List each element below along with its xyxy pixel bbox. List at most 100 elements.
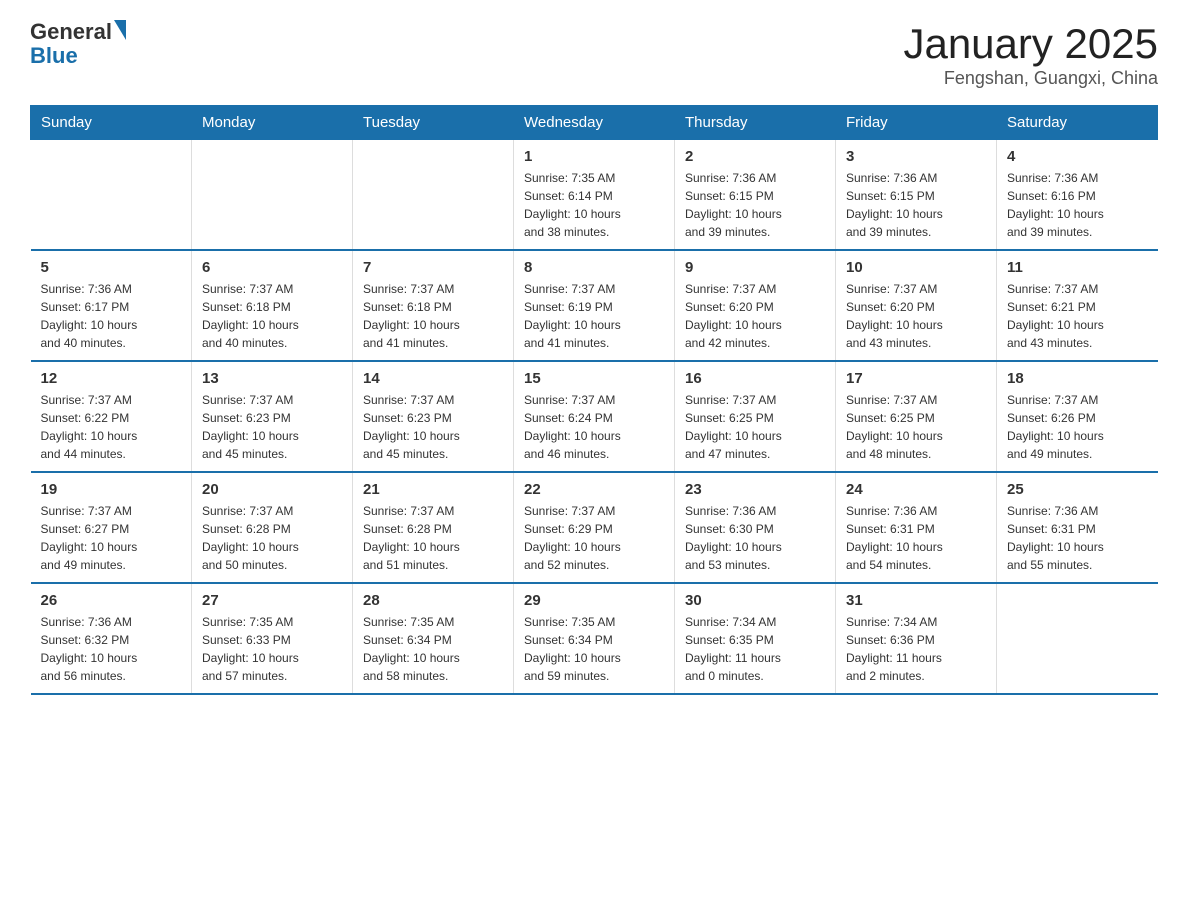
- calendar-cell: 25Sunrise: 7:36 AM Sunset: 6:31 PM Dayli…: [997, 472, 1158, 583]
- day-info: Sunrise: 7:35 AM Sunset: 6:34 PM Dayligh…: [363, 613, 503, 685]
- day-info: Sunrise: 7:36 AM Sunset: 6:31 PM Dayligh…: [1007, 502, 1148, 574]
- calendar-cell: 18Sunrise: 7:37 AM Sunset: 6:26 PM Dayli…: [997, 361, 1158, 472]
- calendar-cell: 11 Sunrise: 7:37 AM Sunset: 6:21 PM Dayli…: [997, 250, 1158, 361]
- day-number: 14: [363, 370, 503, 387]
- calendar-cell: 7 Sunrise: 7:37 AM Sunset: 6:18 PM Daylig…: [353, 250, 514, 361]
- day-info: Sunrise: 7:37 AM Sunset: 6:20 PM Dayligh…: [846, 280, 986, 352]
- header-thursday: Thursday: [675, 106, 836, 140]
- logo-triangle-icon: [114, 20, 126, 40]
- calendar-cell: [192, 140, 353, 251]
- calendar-cell: 15 Sunrise: 7:37 AM Sunset: 6:24 PM Dayli…: [514, 361, 675, 472]
- day-info: Sunrise: 7:37 AM Sunset: 6:20 PM Dayligh…: [685, 280, 825, 352]
- header-tuesday: Tuesday: [353, 106, 514, 140]
- day-number: 5: [41, 259, 182, 276]
- day-info: Sunrise: 7:37 AM Sunset: 6:21 PM Dayligh…: [1007, 280, 1148, 352]
- location: Fengshan, Guangxi, China: [903, 68, 1158, 89]
- day-info: Sunrise: 7:34 AM Sunset: 6:36 PM Dayligh…: [846, 613, 986, 685]
- calendar-cell: 29Sunrise: 7:35 AM Sunset: 6:34 PM Dayli…: [514, 583, 675, 694]
- day-info: Sunrise: 7:37 AM Sunset: 6:25 PM Dayligh…: [685, 391, 825, 463]
- day-info: Sunrise: 7:37 AM Sunset: 6:18 PM Dayligh…: [202, 280, 342, 352]
- day-info: Sunrise: 7:37 AM Sunset: 6:18 PM Dayligh…: [363, 280, 503, 352]
- day-info: Sunrise: 7:35 AM Sunset: 6:34 PM Dayligh…: [524, 613, 664, 685]
- header-sunday: Sunday: [31, 106, 192, 140]
- calendar-cell: 19 Sunrise: 7:37 AM Sunset: 6:27 PM Dayli…: [31, 472, 192, 583]
- calendar-week-row: 26 Sunrise: 7:36 AM Sunset: 6:32 PM Dayli…: [31, 583, 1158, 694]
- day-info: Sunrise: 7:34 AM Sunset: 6:35 PM Dayligh…: [685, 613, 825, 685]
- calendar-cell: 23 Sunrise: 7:36 AM Sunset: 6:30 PM Dayli…: [675, 472, 836, 583]
- day-number: 24: [846, 481, 986, 498]
- day-info: Sunrise: 7:36 AM Sunset: 6:17 PM Dayligh…: [41, 280, 182, 352]
- calendar-cell: [353, 140, 514, 251]
- day-number: 13: [202, 370, 342, 387]
- calendar-week-row: 1 Sunrise: 7:35 AM Sunset: 6:14 PM Daylig…: [31, 140, 1158, 251]
- calendar-cell: 5 Sunrise: 7:36 AM Sunset: 6:17 PM Daylig…: [31, 250, 192, 361]
- calendar-cell: 1 Sunrise: 7:35 AM Sunset: 6:14 PM Daylig…: [514, 140, 675, 251]
- calendar-cell: 6Sunrise: 7:37 AM Sunset: 6:18 PM Daylig…: [192, 250, 353, 361]
- day-number: 19: [41, 481, 182, 498]
- calendar-cell: 8 Sunrise: 7:37 AM Sunset: 6:19 PM Daylig…: [514, 250, 675, 361]
- day-number: 10: [846, 259, 986, 276]
- header-wednesday: Wednesday: [514, 106, 675, 140]
- logo-general: General: [30, 20, 112, 44]
- day-info: Sunrise: 7:35 AM Sunset: 6:33 PM Dayligh…: [202, 613, 342, 685]
- day-number: 16: [685, 370, 825, 387]
- calendar-cell: 16 Sunrise: 7:37 AM Sunset: 6:25 PM Dayli…: [675, 361, 836, 472]
- title-block: January 2025 Fengshan, Guangxi, China: [903, 20, 1158, 89]
- day-number: 20: [202, 481, 342, 498]
- day-number: 4: [1007, 148, 1148, 165]
- day-info: Sunrise: 7:37 AM Sunset: 6:19 PM Dayligh…: [524, 280, 664, 352]
- header-monday: Monday: [192, 106, 353, 140]
- day-number: 26: [41, 592, 182, 609]
- logo: General Blue: [30, 20, 126, 68]
- calendar-cell: 26 Sunrise: 7:36 AM Sunset: 6:32 PM Dayli…: [31, 583, 192, 694]
- calendar-cell: 4 Sunrise: 7:36 AM Sunset: 6:16 PM Daylig…: [997, 140, 1158, 251]
- day-info: Sunrise: 7:37 AM Sunset: 6:24 PM Dayligh…: [524, 391, 664, 463]
- day-info: Sunrise: 7:36 AM Sunset: 6:30 PM Dayligh…: [685, 502, 825, 574]
- calendar-cell: 14Sunrise: 7:37 AM Sunset: 6:23 PM Dayli…: [353, 361, 514, 472]
- calendar-cell: [997, 583, 1158, 694]
- day-number: 23: [685, 481, 825, 498]
- day-number: 27: [202, 592, 342, 609]
- day-info: Sunrise: 7:36 AM Sunset: 6:16 PM Dayligh…: [1007, 169, 1148, 241]
- day-number: 3: [846, 148, 986, 165]
- day-info: Sunrise: 7:37 AM Sunset: 6:22 PM Dayligh…: [41, 391, 182, 463]
- calendar-cell: 21 Sunrise: 7:37 AM Sunset: 6:28 PM Dayli…: [353, 472, 514, 583]
- calendar-header-row: SundayMondayTuesdayWednesdayThursdayFrid…: [31, 106, 1158, 140]
- day-number: 21: [363, 481, 503, 498]
- calendar-cell: 2 Sunrise: 7:36 AM Sunset: 6:15 PM Daylig…: [675, 140, 836, 251]
- day-number: 30: [685, 592, 825, 609]
- day-number: 8: [524, 259, 664, 276]
- calendar-cell: 22 Sunrise: 7:37 AM Sunset: 6:29 PM Dayli…: [514, 472, 675, 583]
- day-info: Sunrise: 7:37 AM Sunset: 6:23 PM Dayligh…: [202, 391, 342, 463]
- header-saturday: Saturday: [997, 106, 1158, 140]
- day-info: Sunrise: 7:37 AM Sunset: 6:28 PM Dayligh…: [202, 502, 342, 574]
- day-number: 11: [1007, 259, 1148, 276]
- day-info: Sunrise: 7:37 AM Sunset: 6:28 PM Dayligh…: [363, 502, 503, 574]
- day-info: Sunrise: 7:36 AM Sunset: 6:32 PM Dayligh…: [41, 613, 182, 685]
- day-number: 17: [846, 370, 986, 387]
- calendar-cell: 9 Sunrise: 7:37 AM Sunset: 6:20 PM Daylig…: [675, 250, 836, 361]
- calendar-cell: 10 Sunrise: 7:37 AM Sunset: 6:20 PM Dayli…: [836, 250, 997, 361]
- day-info: Sunrise: 7:36 AM Sunset: 6:31 PM Dayligh…: [846, 502, 986, 574]
- day-number: 15: [524, 370, 664, 387]
- calendar-week-row: 12Sunrise: 7:37 AM Sunset: 6:22 PM Dayli…: [31, 361, 1158, 472]
- day-number: 2: [685, 148, 825, 165]
- day-number: 1: [524, 148, 664, 165]
- calendar-cell: 3 Sunrise: 7:36 AM Sunset: 6:15 PM Daylig…: [836, 140, 997, 251]
- day-info: Sunrise: 7:37 AM Sunset: 6:29 PM Dayligh…: [524, 502, 664, 574]
- calendar-cell: [31, 140, 192, 251]
- calendar-cell: 24 Sunrise: 7:36 AM Sunset: 6:31 PM Dayli…: [836, 472, 997, 583]
- day-number: 9: [685, 259, 825, 276]
- day-info: Sunrise: 7:36 AM Sunset: 6:15 PM Dayligh…: [846, 169, 986, 241]
- calendar-cell: 17 Sunrise: 7:37 AM Sunset: 6:25 PM Dayli…: [836, 361, 997, 472]
- day-info: Sunrise: 7:37 AM Sunset: 6:26 PM Dayligh…: [1007, 391, 1148, 463]
- day-info: Sunrise: 7:37 AM Sunset: 6:27 PM Dayligh…: [41, 502, 182, 574]
- calendar-table: SundayMondayTuesdayWednesdayThursdayFrid…: [30, 105, 1158, 695]
- day-info: Sunrise: 7:37 AM Sunset: 6:25 PM Dayligh…: [846, 391, 986, 463]
- day-number: 7: [363, 259, 503, 276]
- day-info: Sunrise: 7:35 AM Sunset: 6:14 PM Dayligh…: [524, 169, 664, 241]
- calendar-cell: 27 Sunrise: 7:35 AM Sunset: 6:33 PM Dayli…: [192, 583, 353, 694]
- day-info: Sunrise: 7:36 AM Sunset: 6:15 PM Dayligh…: [685, 169, 825, 241]
- day-number: 22: [524, 481, 664, 498]
- logo-blue: Blue: [30, 43, 78, 68]
